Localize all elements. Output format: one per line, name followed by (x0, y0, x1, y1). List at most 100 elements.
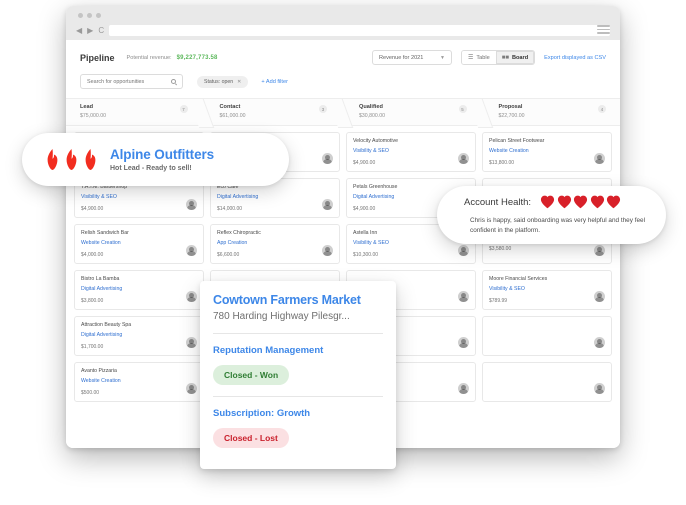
card-amount: $4,900.00 (81, 206, 104, 212)
chevron-down-icon: ▼ (439, 54, 445, 61)
card-tag: Website Creation (81, 240, 121, 246)
detail-title[interactable]: Cowtown Farmers Market (213, 293, 383, 307)
avatar (594, 153, 605, 164)
detail-item-two-title[interactable]: Subscription: Growth (213, 408, 383, 419)
opportunity-card[interactable]: Relish Sandwich Bar Website Creation $4,… (74, 224, 204, 264)
add-filter-link[interactable]: + Add filter (261, 79, 288, 85)
page-title: Pipeline (80, 52, 115, 63)
card-amount: $1,700.00 (81, 344, 104, 350)
status-badge: Closed - Won (213, 365, 290, 385)
hot-lead-callout: Alpine Outfitters Hot Lead - Ready to se… (22, 133, 289, 186)
detail-item-one-title[interactable]: Reputation Management (213, 345, 383, 356)
search-icon (171, 79, 176, 84)
avatar (594, 291, 605, 302)
avatar (322, 199, 333, 210)
card-title: Reflex Chiropractic (217, 230, 261, 236)
tab-board-label: Board (511, 54, 529, 61)
account-health-label: Account Health: (464, 196, 532, 208)
address-bar[interactable] (109, 25, 610, 36)
close-window-dot[interactable] (78, 13, 83, 18)
stage-column-header[interactable]: Qualified $30,800.00 5 (341, 99, 481, 125)
card-amount: $14,000.00 (217, 206, 243, 212)
card-title: Moore Financial Services (489, 276, 548, 282)
opportunity-card[interactable]: Bistro La Bamba Digital Advertising $3,8… (74, 270, 204, 310)
stage-amount: $22,700.00 (498, 113, 525, 119)
card-amount: $6,600.00 (217, 252, 240, 258)
status-filter-chip[interactable]: Status: open ✕ (197, 75, 249, 88)
stage-count-badge: 3 (319, 105, 327, 113)
avatar (186, 383, 197, 394)
pipeline-stages: Lead $75,000.00 7 Contact $61,000.00 3 Q… (66, 98, 620, 126)
reload-icon[interactable]: C (98, 26, 104, 35)
status-filter-label: Status: open (204, 78, 234, 85)
hot-lead-subtitle: Hot Lead - Ready to sell! (110, 165, 192, 172)
avatar (594, 337, 605, 348)
card-amount: $500.00 (81, 390, 100, 396)
card-title: Pelican Street Footwear (489, 138, 545, 144)
browser-chrome: ◀ ▶ C (66, 6, 620, 40)
list-icon: ☰ (467, 54, 474, 61)
avatar (186, 245, 197, 256)
opportunity-card[interactable]: Attraction Beauty Spa Digital Advertisin… (74, 316, 204, 356)
avatar (458, 291, 469, 302)
opportunity-card[interactable] (482, 316, 612, 356)
opportunity-card[interactable] (482, 362, 612, 402)
board-column-proposal: Pelican Street Footwear Website Creation… (482, 132, 612, 448)
opportunity-card[interactable]: Velocity Automotive Visibility & SEO $4,… (346, 132, 476, 172)
divider (213, 333, 383, 334)
card-tag: Digital Advertising (81, 332, 123, 338)
flame-icon (63, 149, 80, 170)
tab-table-label: Table (476, 54, 490, 61)
search-input[interactable] (87, 78, 171, 85)
tab-board-view[interactable]: ■■ Board (495, 51, 535, 64)
revenue-value: $9,227,773.58 (176, 54, 218, 61)
card-amount: $13,800.00 (489, 160, 515, 166)
card-title: Attraction Beauty Spa (81, 322, 132, 328)
search-box[interactable] (80, 74, 183, 89)
window-traffic-lights (78, 13, 101, 18)
period-select[interactable]: Revenue for 2021 ▼ (371, 50, 452, 65)
avatar (594, 383, 605, 394)
grid-icon: ■■ (501, 54, 509, 61)
card-tag: Digital Advertising (81, 286, 123, 292)
browser-nav-row: ◀ ▶ C (76, 24, 610, 37)
stage-amount: $61,000.00 (219, 113, 246, 119)
stage-column-header[interactable]: Contact $61,000.00 3 (202, 99, 342, 125)
opportunity-card[interactable]: Moore Financial Services Visibility & SE… (482, 270, 612, 310)
avatar (186, 291, 197, 302)
heart-icon (557, 195, 572, 209)
minimize-window-dot[interactable] (87, 13, 92, 18)
stage-column-header[interactable]: Proposal $22,700.00 4 (481, 99, 621, 125)
account-health-note: Chris is happy, said onboarding was very… (470, 217, 646, 234)
hot-lead-name: Alpine Outfitters (110, 147, 215, 162)
avatar (458, 383, 469, 394)
maximize-window-dot[interactable] (96, 13, 101, 18)
back-arrow-icon[interactable]: ◀ (76, 26, 82, 35)
forward-arrow-icon[interactable]: ▶ (87, 26, 93, 35)
opportunity-card[interactable]: Reflex Chiropractic App Creation $6,600.… (210, 224, 340, 264)
revenue-label: Potential revenue: (126, 54, 172, 61)
opportunity-card[interactable]: Pelican Street Footwear Website Creation… (482, 132, 612, 172)
tab-table-view[interactable]: ☰ Table (461, 51, 496, 64)
card-amount: $10,300.00 (353, 252, 379, 258)
flame-icon (82, 149, 99, 170)
divider (213, 396, 383, 397)
card-tag: Visibility & SEO (353, 240, 389, 246)
avatar (458, 153, 469, 164)
card-amount: $4,000.00 (81, 252, 104, 258)
browser-menu-icon[interactable] (597, 25, 610, 34)
close-icon[interactable]: ✕ (237, 79, 241, 85)
account-health-row: Account Health: (464, 195, 666, 209)
hot-lead-text: Alpine Outfitters Hot Lead - Ready to se… (110, 147, 214, 172)
avatar (458, 337, 469, 348)
card-tag: Visibility & SEO (81, 194, 117, 200)
opportunity-card[interactable]: Avanto Pizzaria Website Creation $500.00 (74, 362, 204, 402)
detail-address: 780 Harding Highway Pilesgr... (213, 311, 350, 322)
card-tag: Visibility & SEO (353, 148, 389, 154)
flame-rating (44, 149, 99, 170)
export-csv-link[interactable]: Export displayed as CSV (544, 55, 606, 61)
card-tag: Website Creation (489, 148, 529, 154)
card-tag: Digital Advertising (217, 194, 259, 200)
stage-column-header[interactable]: Lead $75,000.00 7 (66, 99, 202, 125)
period-select-label: Revenue for 2021 (378, 54, 424, 61)
